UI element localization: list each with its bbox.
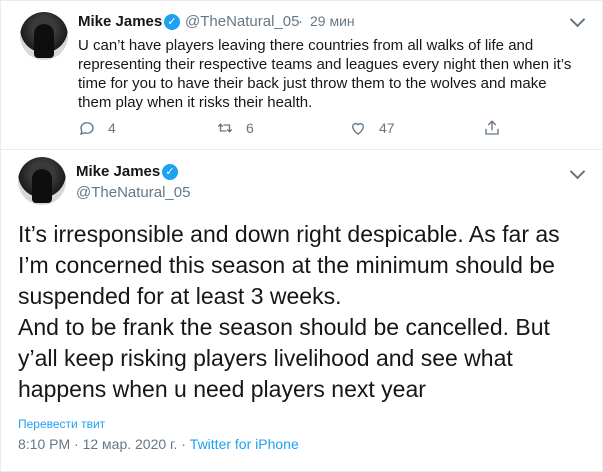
like-icon	[352, 122, 364, 135]
divider	[0, 149, 603, 150]
verified-badge-icon: ✓	[164, 14, 180, 30]
tweet-meta: 8:10 PM · 12 мар. 2020 г. · Twitter for …	[18, 436, 299, 452]
author-handle[interactable]: @TheNatural_05	[76, 184, 190, 201]
translate-tweet-link[interactable]: Перевести твит	[18, 417, 105, 431]
author-name[interactable]: Mike James	[76, 163, 160, 180]
retweet-count: 6	[246, 120, 254, 136]
avatar[interactable]	[18, 157, 66, 205]
tweet-timestamp[interactable]: 8:10 PM · 12 мар. 2020 г.	[18, 436, 177, 452]
share-icon	[485, 120, 499, 135]
separator-dot: ·	[181, 436, 186, 452]
avatar[interactable]	[20, 12, 68, 60]
tweet-paragraph: It’s irresponsible and down right despic…	[18, 221, 560, 309]
author-handle[interactable]: @TheNatural_05	[185, 13, 299, 30]
tweet-source-link[interactable]: Twitter for iPhone	[190, 436, 299, 452]
reply-button[interactable]: 4	[78, 119, 116, 137]
share-button[interactable]	[483, 119, 501, 137]
tweet-time[interactable]: 29 мин	[310, 13, 355, 29]
author-name[interactable]: Mike James	[78, 13, 162, 30]
tweet-text: It’s irresponsible and down right despic…	[18, 219, 588, 405]
retweet-button[interactable]: 6	[216, 119, 254, 137]
like-button[interactable]: 47	[349, 119, 395, 137]
reply-icon	[79, 122, 94, 136]
separator-dot: ·	[298, 13, 303, 30]
verified-badge-icon: ✓	[162, 164, 178, 180]
retweet-icon	[217, 123, 233, 133]
tweet-text: U can’t have players leaving there count…	[78, 37, 572, 111]
reply-count: 4	[108, 120, 116, 136]
tweet-paragraph: And to be frank the season should be can…	[18, 314, 550, 402]
like-count: 47	[379, 120, 395, 136]
